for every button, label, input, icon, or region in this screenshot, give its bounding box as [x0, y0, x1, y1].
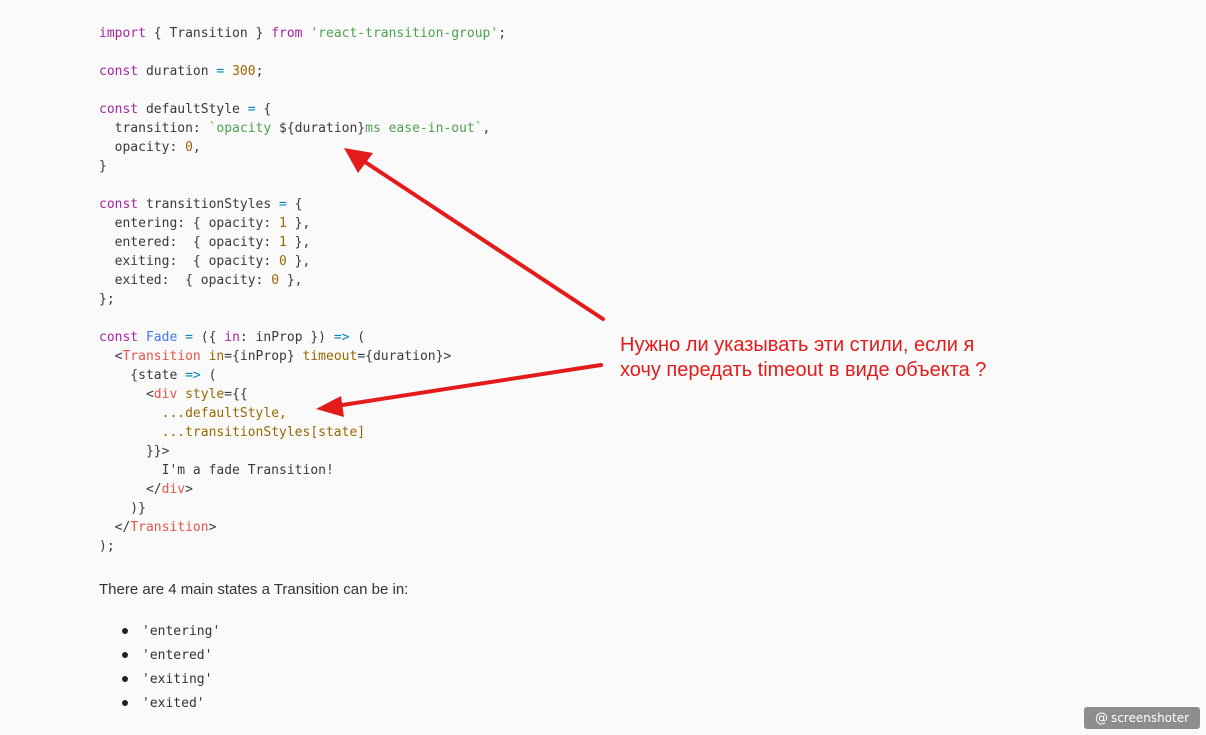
- annotation-line: хочу передать timeout в виде объекта ?: [620, 359, 987, 381]
- arrow-to-spread-styles: [316, 363, 603, 417]
- annotation-text: Нужно ли указывать эти стили, если я хоч…: [620, 333, 1040, 383]
- screenshoter-watermark: @ screenshoter: [1084, 707, 1200, 729]
- watermark-label: screenshoter: [1110, 711, 1190, 725]
- annotation-line: Нужно ли указывать эти стили, если я: [620, 334, 975, 356]
- at-icon: @: [1094, 710, 1108, 726]
- arrow-to-default-style: [344, 148, 605, 321]
